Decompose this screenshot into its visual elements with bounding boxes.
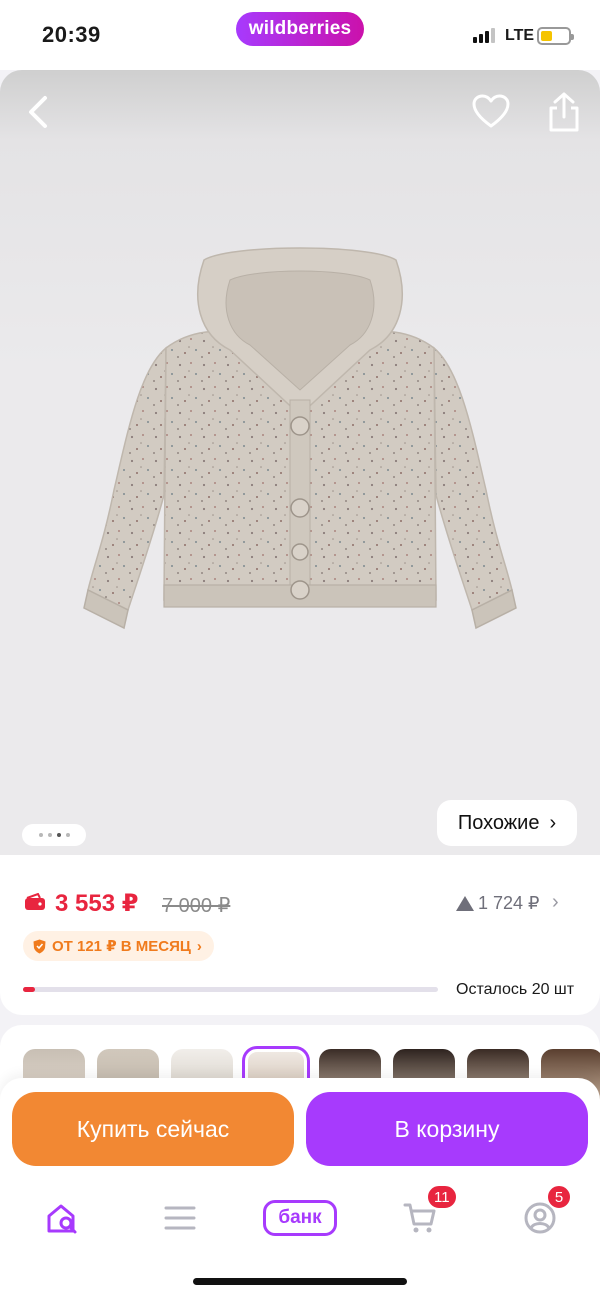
network-label: LTE (505, 27, 535, 44)
back-button[interactable] (18, 92, 58, 132)
shield-icon (33, 939, 46, 953)
tab-bank[interactable]: банк (261, 1188, 339, 1248)
stock-progress-fill (23, 987, 36, 992)
status-time: 20:39 (42, 22, 101, 47)
stock-remaining: Осталось 20 шт (456, 981, 575, 998)
buy-now-button[interactable]: Купить сейчас (12, 1092, 294, 1166)
tab-profile[interactable]: 5 (510, 1184, 572, 1248)
pagination-dot (38, 833, 43, 837)
profile-badge: 5 (546, 1184, 572, 1210)
triangle-icon (456, 896, 474, 911)
bank-label: банк (263, 1200, 337, 1236)
cart-badge: 11 (426, 1184, 458, 1210)
status-bar: 20:39 wildberries LTE (0, 0, 600, 70)
share-button[interactable] (544, 90, 584, 134)
menu-icon (164, 1206, 196, 1230)
installment-badge[interactable]: ОТ 121 ₽ В МЕСЯЦ › (23, 931, 214, 961)
product-page: 20:39 wildberries LTE Похожие › 3 553 ₽ … (0, 0, 600, 1297)
brand-logo[interactable]: wildberries (236, 12, 364, 46)
add-to-cart-button[interactable]: В корзину (306, 1092, 588, 1166)
tab-bar: банк 11 5 (0, 1184, 600, 1248)
bottom-action-bar: Купить сейчас В корзину банк 11 5 (0, 1078, 600, 1297)
chevron-right-icon: › (549, 811, 557, 834)
price-card: 3 553 ₽ 7 000 ₽ 1 724 ₽ › ОТ 121 ₽ В МЕС… (0, 855, 600, 1015)
product-image[interactable] (80, 240, 520, 640)
tab-cart[interactable]: 11 (390, 1184, 458, 1248)
alt-price-value: 1 724 ₽ (478, 893, 540, 913)
home-indicator (193, 1278, 407, 1285)
signal-icon (473, 27, 495, 43)
chevron-right-icon[interactable]: › (552, 891, 559, 914)
home-search-icon (47, 1204, 77, 1234)
battery-icon (537, 27, 574, 45)
similar-label: Похожие (457, 811, 540, 834)
gallery-pagination (22, 824, 86, 846)
chevron-right-icon: › (196, 937, 202, 955)
product-gallery[interactable]: Похожие › (0, 70, 600, 870)
pagination-dot-active (56, 833, 61, 837)
chevron-left-icon (29, 96, 47, 128)
tab-catalog[interactable] (150, 1188, 210, 1248)
wallet-icon (25, 893, 45, 910)
tab-home[interactable] (32, 1188, 92, 1248)
pagination-dot (65, 833, 70, 837)
alt-price[interactable]: 1 724 ₽ (456, 893, 540, 914)
share-icon (549, 92, 579, 132)
favorite-button[interactable] (471, 92, 511, 132)
similar-button[interactable]: Похожие › (437, 800, 577, 846)
old-price: 7 000 ₽ (162, 895, 231, 917)
pagination-dot (47, 833, 52, 837)
heart-icon (472, 94, 510, 128)
stock-progress (23, 987, 438, 992)
installment-label: ОТ 121 ₽ В МЕСЯЦ (52, 938, 191, 955)
current-price: 3 553 ₽ (55, 890, 139, 917)
